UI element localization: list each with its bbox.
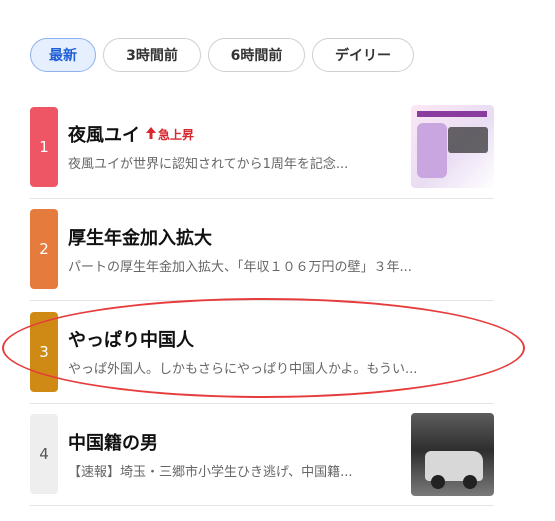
trending-label: 急上昇 (158, 127, 195, 142)
item-title: 夜風ユイ (68, 125, 140, 147)
item-thumbnail (411, 105, 494, 189)
list-item[interactable]: 2 厚生年金加入拡大 パートの厚生年金加入拡大、「年収１０６万円の壁」３年... (30, 199, 494, 301)
list-item[interactable]: 1 夜風ユイ 急上昇 夜風ユイが世界に認知されてから1周年を記念... (30, 96, 494, 199)
item-description: 夜風ユイが世界に認知されてから1周年を記念... (68, 157, 349, 173)
rank-badge: 2 (30, 209, 58, 290)
item-title-row: やっぱり中国人 (68, 326, 494, 352)
item-body: 夜風ユイ 急上昇 夜風ユイが世界に認知されてから1周年を記念... (68, 121, 403, 172)
tab-6-hours-ago[interactable]: 6時間前 (208, 38, 305, 72)
item-body: 厚生年金加入拡大 パートの厚生年金加入拡大、「年収１０６万円の壁」３年... (68, 224, 494, 275)
item-description: やっぱ外国人。しかもさらにやっぱり中国人かよ。もうい... (68, 362, 418, 378)
rank-badge: 1 (30, 106, 58, 187)
tab-daily[interactable]: デイリー (312, 38, 414, 72)
item-title: やっぱり中国人 (68, 330, 194, 352)
item-title-row: 厚生年金加入拡大 (68, 224, 494, 250)
item-title-row: 夜風ユイ 急上昇 (68, 121, 403, 147)
trending-badge: 急上昇 (146, 126, 194, 143)
tab-3-hours-ago[interactable]: 3時間前 (103, 38, 201, 72)
rank-badge: 4 (30, 414, 58, 495)
time-tabs: 最新 3時間前 6時間前 デイリー (30, 38, 414, 72)
item-title-row: 中国籍の男 (68, 429, 403, 455)
list-item[interactable]: 3 やっぱり中国人 やっぱ外国人。しかもさらにやっぱり中国人かよ。もうい... (30, 301, 494, 404)
rank-badge: 3 (30, 311, 58, 392)
item-title: 厚生年金加入拡大 (68, 227, 212, 249)
arrow-up-icon (146, 126, 156, 142)
item-description: 【速報】埼玉・三郷市小学生ひき逃げ、中国籍... (68, 464, 353, 480)
item-body: やっぱり中国人 やっぱ外国人。しかもさらにやっぱり中国人かよ。もうい... (68, 326, 494, 377)
trending-list: 1 夜風ユイ 急上昇 夜風ユイが世界に認知されてから1周年を記念... 2 厚生… (30, 96, 494, 506)
item-thumbnail (411, 412, 494, 496)
list-item[interactable]: 4 中国籍の男 【速報】埼玉・三郷市小学生ひき逃げ、中国籍... (30, 404, 494, 506)
item-title: 中国籍の男 (68, 432, 158, 454)
tab-latest[interactable]: 最新 (30, 38, 96, 72)
item-description: パートの厚生年金加入拡大、「年収１０６万円の壁」３年... (68, 259, 412, 275)
item-body: 中国籍の男 【速報】埼玉・三郷市小学生ひき逃げ、中国籍... (68, 429, 403, 480)
